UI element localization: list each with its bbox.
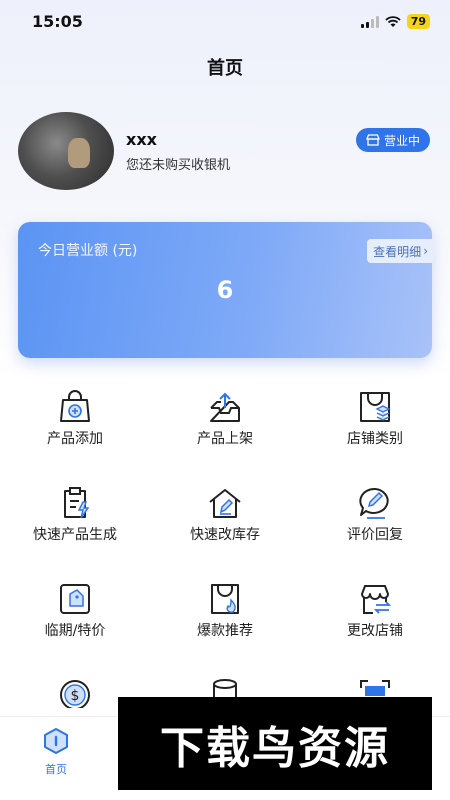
grid-item-label: 店铺类别: [347, 431, 403, 447]
grid-item-label: 产品上架: [197, 431, 253, 447]
business-status-button[interactable]: 营业中: [355, 128, 430, 152]
home-tab-icon: [44, 728, 68, 754]
clipboard-flash-icon: [64, 487, 90, 519]
profile-section: xxx 您还未购买收银机 营业中: [18, 112, 432, 192]
page-title: 首页: [207, 58, 243, 79]
grid-item-hot-recommend[interactable]: 爆款推荐: [150, 582, 300, 652]
revenue-label: 今日营业额 (元): [38, 243, 138, 259]
business-status-label: 营业中: [383, 133, 420, 148]
grid-item-label: 更改店铺: [347, 623, 403, 639]
grid-item-review-reply[interactable]: 评价回复: [300, 486, 450, 556]
grid-item-label: 快速产品生成: [33, 527, 117, 543]
tag-icon: [60, 584, 90, 614]
view-details-button[interactable]: 查看明细 ›: [367, 239, 434, 263]
grid-item-label: 爆款推荐: [197, 623, 253, 639]
wifi-icon: [385, 15, 401, 27]
revenue-card: 今日营业额 (元) 查看明细 › 6: [18, 222, 434, 358]
shop-category-icon: [360, 392, 391, 422]
status-time: 15:05: [32, 12, 83, 31]
signal-icon: [360, 15, 379, 28]
bag-add-icon: [60, 390, 90, 422]
chevron-right-icon: ›: [423, 244, 428, 258]
tray-upload-icon: [210, 392, 240, 422]
status-bar: 15:05 79: [0, 0, 450, 44]
grid-item-label: 临期/特价: [44, 623, 106, 639]
grid-item-quick-stock[interactable]: 快速改库存: [150, 486, 300, 556]
store-swap-icon: [361, 585, 392, 614]
dollar-coin-icon: $: [60, 680, 90, 708]
battery-indicator: 79: [406, 14, 430, 29]
grid-item-add-product[interactable]: 产品添加: [0, 390, 150, 460]
avatar[interactable]: [18, 112, 114, 190]
grid-item-label: 评价回复: [347, 527, 403, 543]
status-icons: 79: [360, 14, 430, 29]
username: xxx: [126, 130, 157, 149]
grid-item-database[interactable]: [150, 678, 300, 698]
tab-home[interactable]: 首页: [36, 727, 76, 777]
revenue-value: 6: [216, 276, 234, 304]
watermark-text: 下载鸟资源: [160, 722, 390, 774]
cashier-notice: 您还未购买收银机: [126, 158, 231, 173]
tab-home-label: 首页: [45, 763, 67, 776]
grid-item-shop-category[interactable]: 店铺类别: [300, 390, 450, 460]
grid-item-expiring-special[interactable]: 临期/特价: [0, 582, 150, 652]
view-details-label: 查看明细: [373, 244, 422, 259]
house-edit-icon: [209, 489, 241, 518]
store-icon: [366, 134, 380, 146]
svg-text:$: $: [71, 688, 80, 704]
grid-item-label: 快速改库存: [190, 527, 260, 543]
comment-edit-icon: [359, 487, 389, 519]
grid-item-change-store[interactable]: 更改店铺: [300, 582, 450, 652]
grid-item-label: 产品添加: [47, 431, 103, 447]
grid-item-quick-product[interactable]: 快速产品生成: [0, 486, 150, 556]
bag-fire-icon: [211, 584, 239, 614]
watermark: 下载鸟资源: [118, 697, 432, 790]
grid-item-list-product[interactable]: 产品上架: [150, 390, 300, 460]
database-icon: [213, 679, 237, 698]
